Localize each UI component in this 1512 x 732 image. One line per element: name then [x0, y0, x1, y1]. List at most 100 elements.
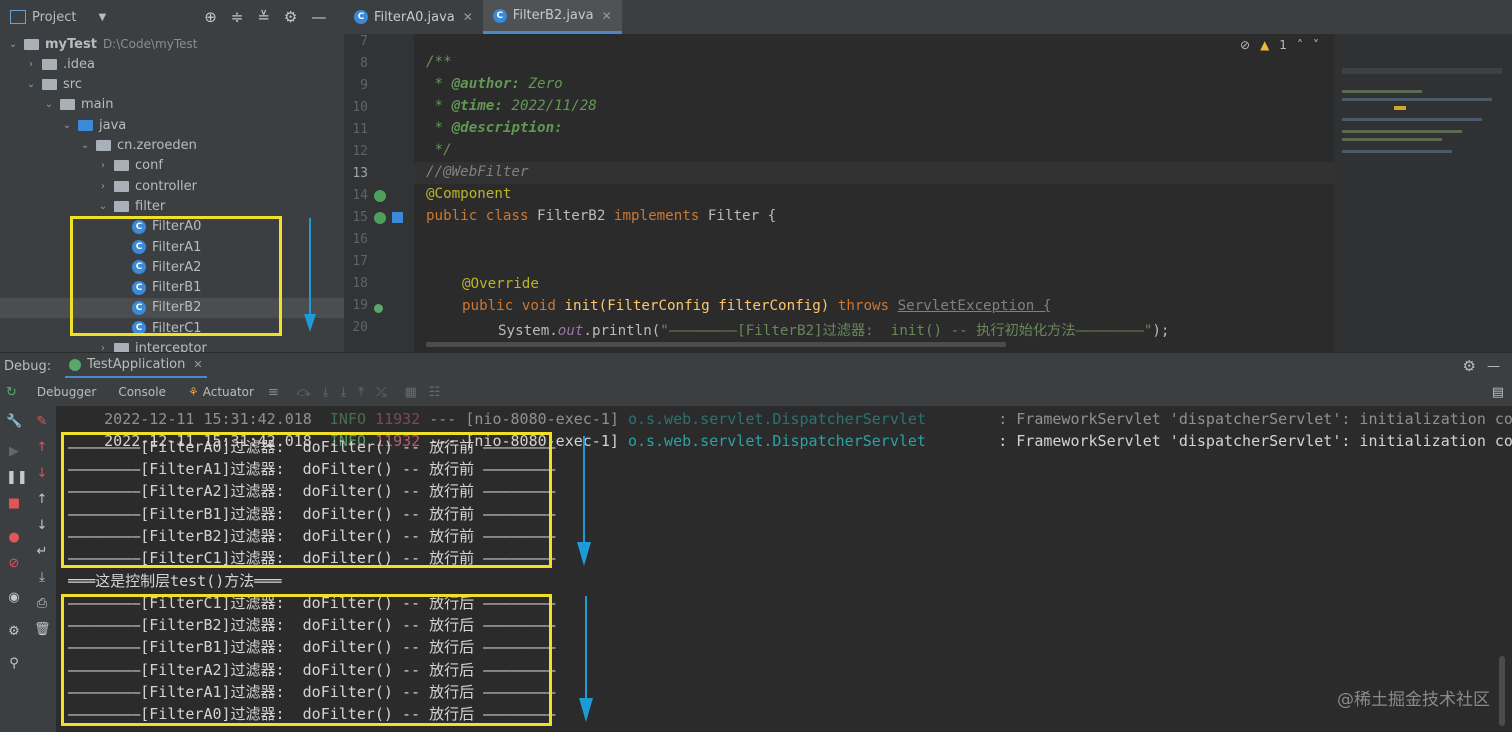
run-to-cursor-icon[interactable]: ⤰ [376, 385, 386, 400]
horizontal-scrollbar[interactable] [426, 342, 1006, 347]
highlight-box-filters [70, 216, 282, 336]
line-number: 13 [352, 166, 368, 181]
stop-icon[interactable]: ■ [6, 496, 22, 512]
tab-filtera0[interactable]: C FilterA0.java ✕ [344, 0, 483, 34]
scroll-to-end-icon[interactable]: ⤓ [34, 570, 50, 586]
tree-item-main[interactable]: ⌄ main [0, 95, 344, 115]
console-side-toolbar: ✎ ↑ ↓ ↑ ↓ ↵ ⤓ ⎙ 🗑 [28, 406, 56, 732]
current-line-highlight [414, 162, 1334, 184]
tree-item-java[interactable]: ⌄ java [0, 115, 344, 135]
up-icon[interactable]: ↑ [34, 492, 50, 508]
close-icon[interactable]: ✕ [193, 358, 202, 371]
code-minimap[interactable] [1334, 34, 1512, 352]
mute-breakpoints-icon[interactable]: ⊘ [6, 556, 22, 572]
view-breakpoints-icon[interactable]: ● [6, 530, 22, 546]
console-output[interactable]: 2022-12-11 15:31:42.018 INFO 11932 --- [… [56, 406, 1512, 732]
expand-all-icon[interactable]: ≑ [231, 8, 244, 26]
tree-item-src[interactable]: ⌄ src [0, 75, 344, 95]
eye-slash-icon[interactable]: ⊘ [1240, 38, 1250, 52]
line-number: 10 [352, 100, 368, 115]
tree-item-conf[interactable]: › conf [0, 156, 344, 176]
tree-item-label: src [63, 77, 82, 93]
close-icon[interactable]: ✕ [463, 10, 473, 24]
hide-panel-icon[interactable]: — [311, 8, 326, 26]
tree-item-label: interceptor [135, 341, 207, 352]
implements-icon[interactable] [392, 212, 403, 223]
tab-actuator[interactable]: Actuator [203, 385, 254, 399]
rerun-icon[interactable]: ↻ [6, 385, 17, 400]
wrench-icon[interactable]: 🔧 [6, 414, 22, 430]
step-over-icon[interactable]: ⤼ [297, 385, 311, 400]
spring-bean-icon[interactable] [374, 190, 386, 202]
watermark: @稀土掘金技术社区 [1337, 690, 1490, 710]
settings-icon[interactable]: ⚙ [6, 624, 22, 640]
tree-item-cn-zeroeden[interactable]: ⌄ cn.zeroeden [0, 136, 344, 156]
edit-icon[interactable]: ✎ [34, 414, 50, 430]
chevron-down-icon[interactable]: ⌄ [42, 99, 56, 110]
tab-console[interactable]: Console [118, 385, 166, 399]
step-out-icon[interactable]: ⤒ [358, 385, 364, 400]
inspection-widget[interactable]: ⊘ ▲ 1 ˄ ˅ [1240, 38, 1319, 52]
evaluate-icon[interactable]: ▦ [404, 385, 416, 400]
trash-icon[interactable]: 🗑 [34, 622, 51, 638]
locate-icon[interactable]: ⊕ [204, 8, 217, 26]
pause-icon[interactable]: ❚❚ [6, 470, 28, 486]
tree-item-label: .idea [63, 56, 95, 72]
resume-icon[interactable]: ▶ [6, 444, 22, 460]
down-icon[interactable]: ↓ [34, 518, 50, 534]
chevron-down-icon[interactable]: ⌄ [24, 79, 38, 90]
chevron-down-icon[interactable]: ⌄ [60, 120, 74, 131]
print-icon[interactable]: ⎙ [34, 596, 50, 612]
force-step-into-icon[interactable]: ⤓ [341, 385, 347, 400]
editor-tab-bar: C FilterA0.java ✕ C FilterB2.java ✕ [344, 0, 1512, 34]
menu-icon[interactable]: ≡ [268, 385, 279, 400]
pin-icon[interactable]: ⚲ [6, 656, 22, 672]
tab-label: FilterA0.java [374, 9, 455, 25]
gear-icon[interactable]: ⚙ [284, 8, 297, 26]
collapse-all-icon[interactable]: ≚ [257, 8, 270, 26]
soft-wrap-icon[interactable]: ↵ [34, 544, 50, 560]
tab-label: FilterB2.java [512, 8, 594, 23]
chevron-down-icon[interactable]: ⌄ [96, 201, 110, 212]
line-number: 20 [352, 320, 368, 335]
chevron-down-icon[interactable]: ⌄ [78, 140, 92, 151]
chevron-up-icon[interactable]: ˄ [1297, 38, 1303, 52]
chevron-right-icon[interactable]: › [96, 160, 110, 171]
project-panel: Project ▼ ⊕ ≑ ≚ ⚙ — ⌄ myTest D:\Code\myTes… [0, 0, 344, 352]
line-number: 8 [360, 56, 368, 71]
layout-icon[interactable]: ▤ [1492, 385, 1504, 400]
chevron-down-icon[interactable]: ˅ [1313, 38, 1319, 52]
chevron-down-icon[interactable]: ⌄ [6, 39, 20, 50]
tree-item-controller[interactable]: › controller [0, 176, 344, 196]
arrow-down-icon[interactable]: ↓ [34, 466, 50, 482]
tab-debugger[interactable]: Debugger [37, 385, 96, 399]
tree-item-interceptor[interactable]: › interceptor [0, 339, 344, 352]
camera-icon[interactable]: ◉ [6, 590, 22, 606]
chevron-right-icon[interactable]: › [96, 343, 110, 352]
hide-panel-icon[interactable]: — [1487, 359, 1500, 374]
override-icon[interactable] [374, 304, 383, 313]
tab-filterb2[interactable]: C FilterB2.java ✕ [482, 0, 622, 34]
warning-icon[interactable]: ▲ [1260, 38, 1269, 52]
line-number: 17 [352, 254, 368, 269]
line-number: 16 [352, 232, 368, 247]
chevron-right-icon[interactable]: › [24, 59, 38, 70]
tree-item-mytest[interactable]: ⌄ myTest D:\Code\myTest [0, 34, 344, 54]
step-into-icon[interactable]: ⤓ [323, 385, 329, 400]
tree-item-idea[interactable]: › .idea [0, 54, 344, 74]
code-editor[interactable]: 7 8 9 10 11 12 13 14 15 16 17 18 19 20 /… [344, 34, 1512, 352]
tree-item-filter[interactable]: ⌄ filter [0, 196, 344, 216]
chevron-down-icon[interactable]: ▼ [98, 12, 106, 23]
vertical-scrollbar[interactable] [1499, 656, 1505, 726]
tab-test-application[interactable]: TestApplication ✕ [65, 353, 207, 379]
project-view-selector[interactable]: Project [32, 10, 76, 25]
close-icon[interactable]: ✕ [602, 9, 612, 23]
gear-icon[interactable]: ⚙ [1463, 357, 1476, 375]
spring-bean-icon[interactable] [374, 212, 386, 224]
threads-icon[interactable]: ☷ [429, 385, 441, 400]
chevron-right-icon[interactable]: › [96, 181, 110, 192]
debug-header: Debug: TestApplication ✕ ⚙ — [0, 352, 1512, 379]
line-number: 12 [352, 144, 368, 159]
tree-item-label: myTest [45, 36, 97, 52]
arrow-up-icon[interactable]: ↑ [34, 440, 50, 456]
